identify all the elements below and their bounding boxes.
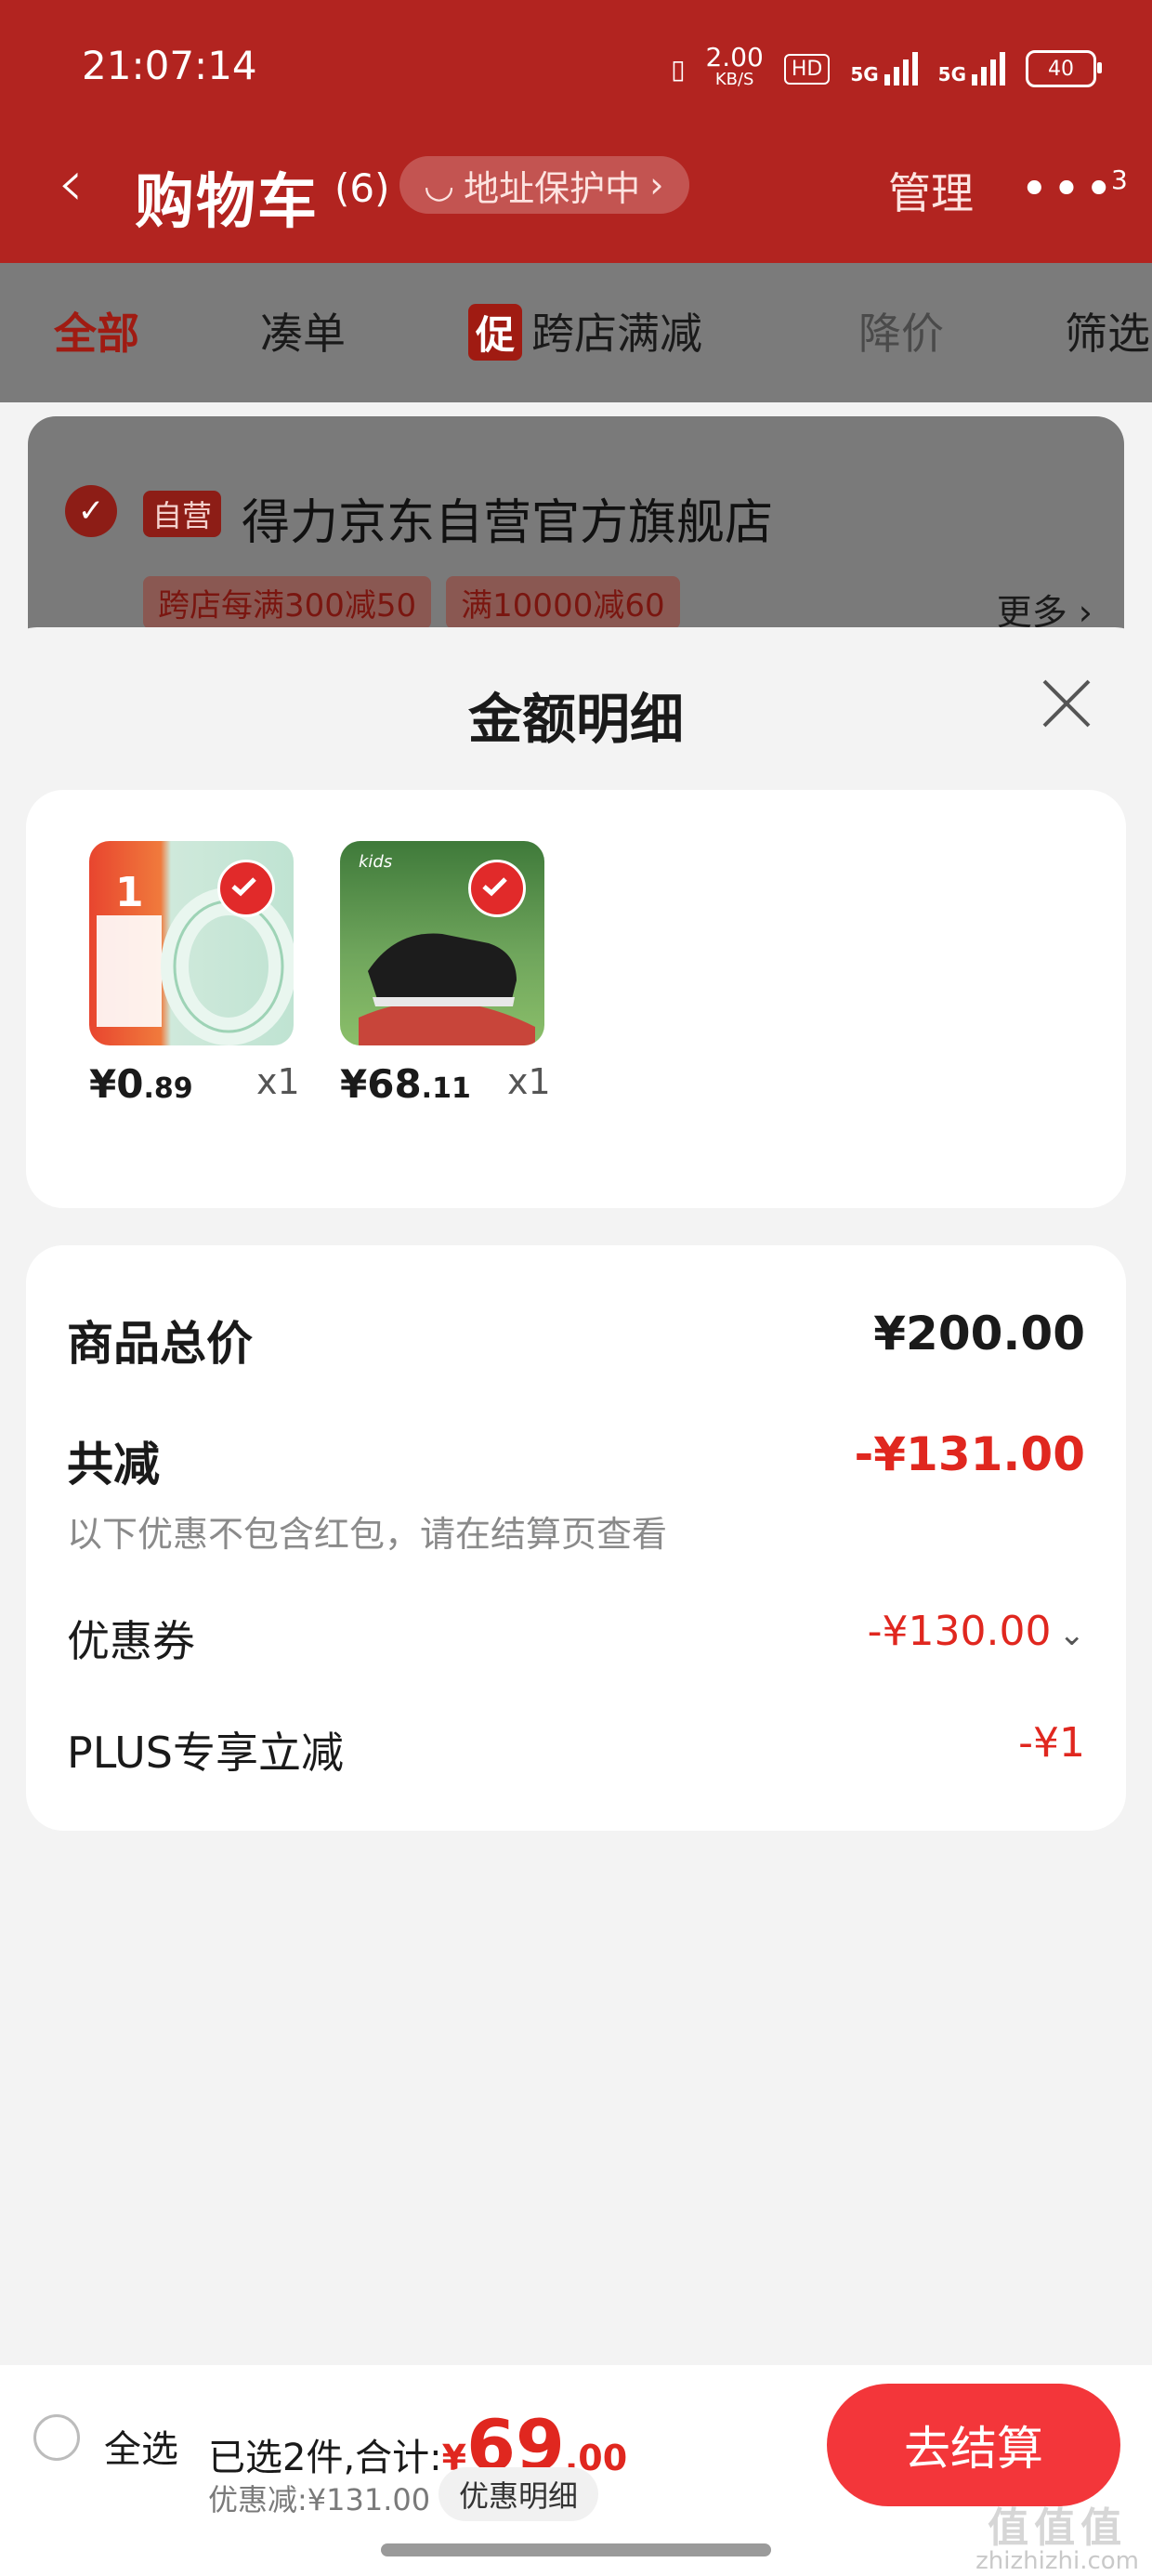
signal-2: 5G <box>938 52 1005 85</box>
promo-badge: 促 <box>468 304 523 361</box>
total-value: ¥200.00 <box>873 1307 1085 1360</box>
address-protection-button[interactable]: ◡ 地址保护中 › <box>399 156 690 214</box>
reduce-label: 共减 <box>67 1438 160 1492</box>
thumbnail-brand: kids <box>359 852 393 872</box>
product-item[interactable]: 1 <box>89 841 294 1045</box>
price-int: ¥0 <box>89 1061 144 1107</box>
product-qty: x1 <box>507 1061 551 1102</box>
signal-2-label: 5G <box>937 63 966 85</box>
promo-tag[interactable]: 满10000减60 <box>446 576 680 629</box>
checkout-bar: 全选 已选2件,合计:¥69.00 优惠减:¥131.00 优惠明细 去结算 值… <box>0 2365 1152 2576</box>
promo-tag[interactable]: 跨店每满300减50 <box>143 576 432 629</box>
store-promo-tags: 跨店每满300减50 满10000减60 <box>143 576 680 629</box>
address-protection-label: 地址保护中 <box>464 167 641 209</box>
hd-icon: HD <box>783 53 831 85</box>
page-title: 购物车 <box>135 168 319 237</box>
status-icons: ▯ 2.00 KB/S HD 5G 5G 40 <box>671 42 1102 91</box>
watermark-url: zhizhizhi.com <box>975 2547 1139 2575</box>
price-dec: .89 <box>143 1072 193 1105</box>
selected-check-icon <box>468 860 526 917</box>
store-name[interactable]: 得力京东自营官方旗舰店 <box>242 483 773 553</box>
cart-count: (6) <box>334 165 390 211</box>
chevron-down-icon: ⌄ <box>1058 1616 1086 1653</box>
product-thumbnail: kids <box>340 841 544 1045</box>
status-bar: 21:07:14 ▯ 2.00 KB/S HD 5G 5G 40 <box>0 0 1152 139</box>
signal-bars-icon <box>972 52 1005 85</box>
coupon-label: 优惠券 <box>67 1616 195 1666</box>
manage-button[interactable]: 管理 <box>888 160 974 221</box>
selected-check-icon <box>217 860 275 917</box>
select-all-label[interactable]: 全选 <box>104 2419 178 2473</box>
price-dec: .11 <box>421 1072 471 1105</box>
signal-1: 5G <box>850 52 918 85</box>
battery-icon: 40 <box>1026 50 1102 87</box>
watermark-logo: 值值值 <box>988 2504 1128 2552</box>
checkout-button[interactable]: 去结算 <box>827 2384 1120 2506</box>
more-dots-icon: ••• <box>1020 162 1118 217</box>
discount-detail-button[interactable]: 优惠明细 <box>439 2467 599 2521</box>
eye-closed-icon: ◡ <box>424 164 455 205</box>
self-operated-badge: 自营 <box>143 491 222 537</box>
vibrate-icon: ▯ <box>671 53 686 85</box>
thumbnail-rank: 1 <box>115 869 144 916</box>
chevron-right-icon: › <box>649 164 664 205</box>
status-time: 21:07:14 <box>82 43 257 88</box>
reduce-value: -¥131.00 <box>854 1427 1086 1481</box>
selected-prefix: 已选2件,合计: <box>208 2437 442 2479</box>
checkmark-icon[interactable]: ✓ <box>65 485 117 537</box>
cart-tabs: 全部 凑单 促跨店满减 降价 筛选 <box>0 263 1152 402</box>
tab-price-drop[interactable]: 降价 <box>858 300 944 361</box>
net-speed: 2.00 KB/S <box>705 42 764 91</box>
net-speed-value: 2.00 <box>705 42 764 72</box>
signal-1-label: 5G <box>850 63 879 85</box>
tab-filter[interactable]: 筛选 <box>1065 300 1150 361</box>
tab-cross-store[interactable]: 促跨店满减 <box>468 300 702 361</box>
product-price: ¥68.11 <box>340 1061 471 1107</box>
plus-label: PLUS专享立减 <box>67 1728 344 1778</box>
app-header: 21:07:14 ▯ 2.00 KB/S HD 5G 5G 40 ‹ 购物车 (… <box>0 0 1152 263</box>
nav-bar: ‹ 购物车 (6) ◡ 地址保护中 › 管理 •••3 <box>0 139 1152 237</box>
amount-detail-sheet: 金额明细 1 ¥0.89 x1 kids ¥68.11 x1 商品总价 ¥200… <box>0 627 1152 2365</box>
tab-bundle[interactable]: 凑单 <box>260 300 346 361</box>
product-qty: x1 <box>256 1061 300 1102</box>
chevron-left-icon[interactable]: ‹ <box>58 151 84 216</box>
more-menu-button[interactable]: •••3 <box>1020 162 1132 217</box>
sheet-title: 金额明细 <box>467 688 684 751</box>
message-badge: 3 <box>1111 164 1132 195</box>
product-thumbnail: 1 <box>89 841 294 1045</box>
total-label: 商品总价 <box>67 1317 253 1371</box>
discount-summary: 优惠减:¥131.00 <box>208 2482 431 2517</box>
tab-cross-store-label: 跨店满减 <box>531 309 703 359</box>
price-int: ¥68 <box>340 1061 422 1107</box>
plus-value: -¥1 <box>1018 1719 1085 1767</box>
product-item[interactable]: kids <box>340 841 544 1045</box>
price-summary-card: 商品总价 ¥200.00 共减 -¥131.00 以下优惠不包含红包，请在结算页… <box>26 1245 1126 1831</box>
home-indicator[interactable] <box>381 2543 771 2556</box>
product-price: ¥0.89 <box>89 1061 193 1107</box>
reduce-hint: 以下优惠不包含红包，请在结算页查看 <box>67 1514 668 1555</box>
close-icon[interactable] <box>1039 676 1094 731</box>
coupon-row-toggle[interactable]: -¥130.00 ⌄ <box>868 1608 1085 1655</box>
net-speed-unit: KB/S <box>714 70 754 89</box>
product-list-card: 1 ¥0.89 x1 kids ¥68.11 x1 <box>26 790 1126 1208</box>
watermark: 值值值 zhizhizhi.com <box>975 2504 1139 2574</box>
select-all-radio[interactable] <box>33 2414 80 2461</box>
signal-bars-icon <box>884 52 918 85</box>
tab-all[interactable]: 全部 <box>54 300 139 361</box>
coupon-value: -¥130.00 <box>867 1608 1052 1655</box>
